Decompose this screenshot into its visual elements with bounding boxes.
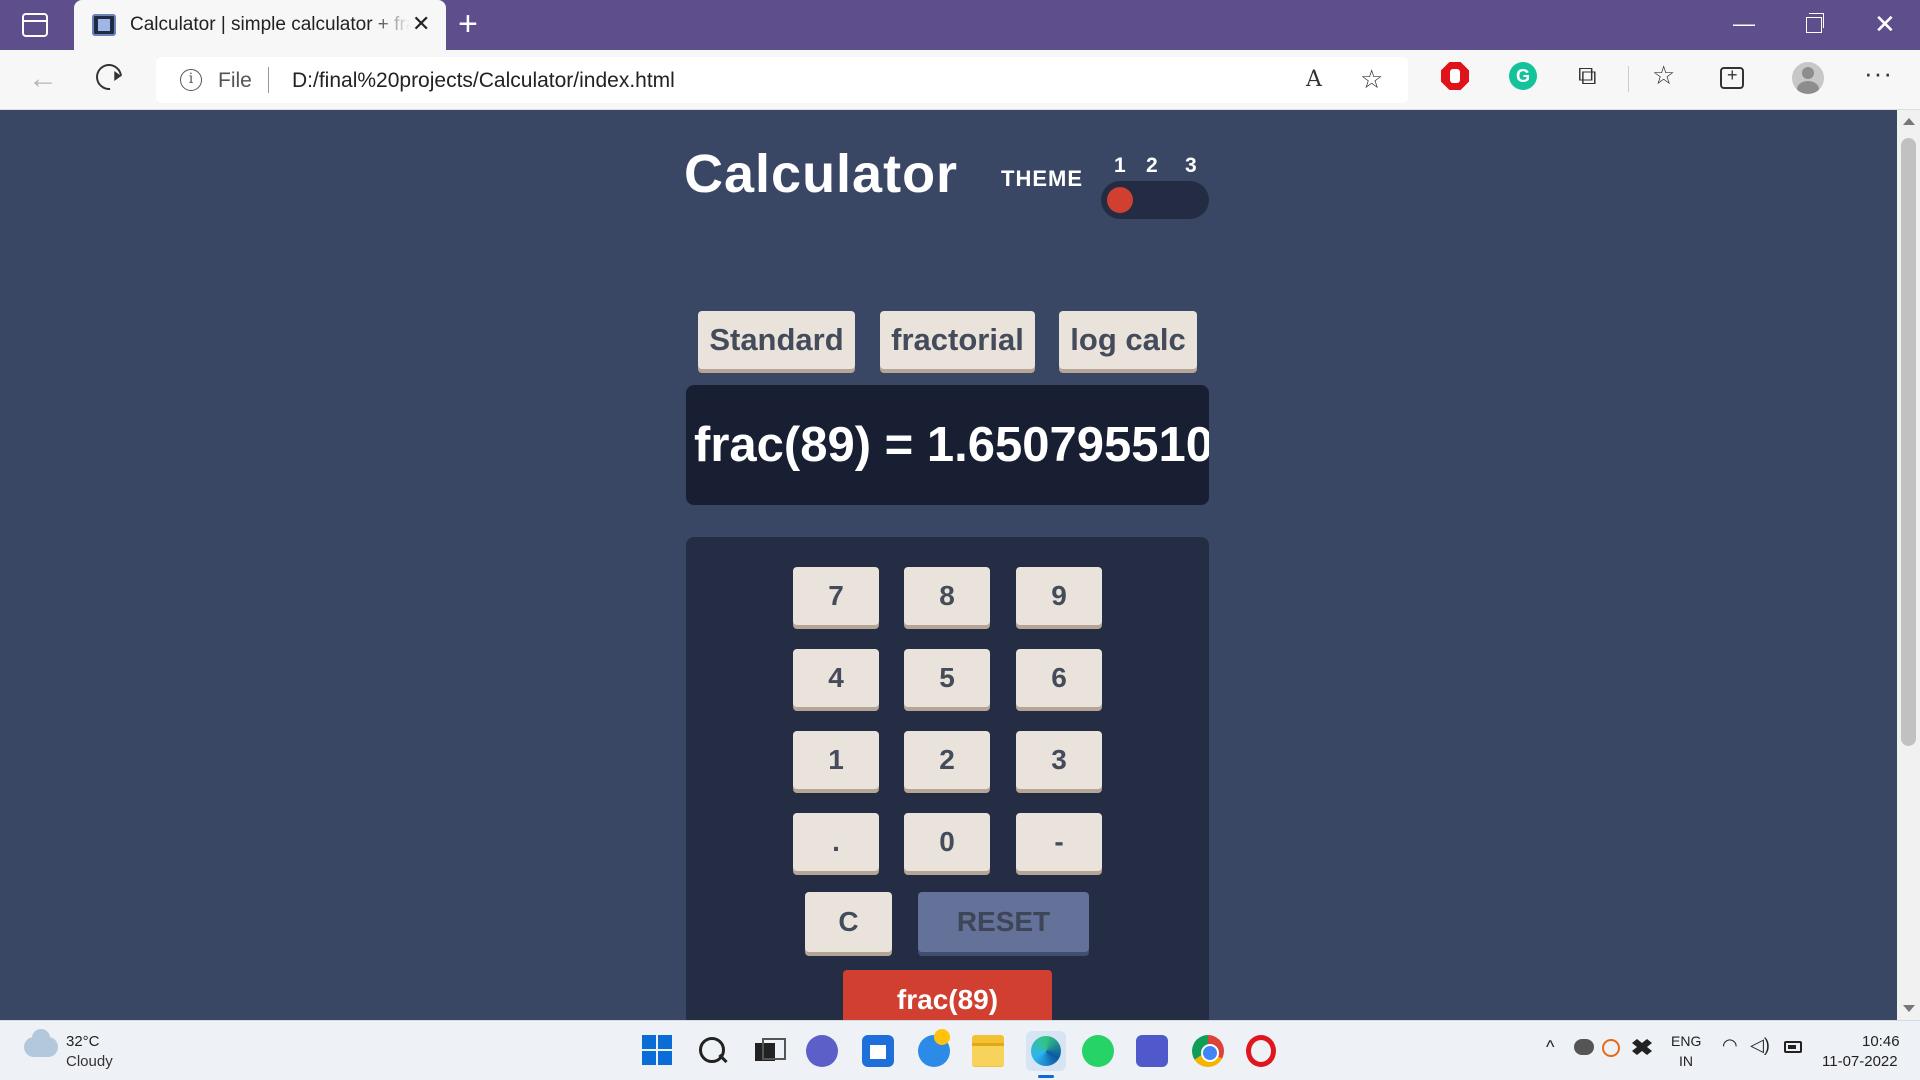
mode-standard-button[interactable]: Standard	[698, 311, 855, 369]
mode-log-calc-button[interactable]: log calc	[1059, 311, 1197, 369]
extensions-icon[interactable]: ⧉	[1578, 60, 1597, 92]
back-arrow-icon[interactable]: ←	[28, 62, 58, 96]
page-title: Calculator	[684, 144, 959, 204]
file-explorer-icon[interactable]	[972, 1035, 1004, 1067]
clock-time[interactable]: 10:46	[1862, 1033, 1900, 1050]
language-indicator[interactable]: ENG	[1671, 1033, 1701, 1049]
task-view-icon[interactable]	[752, 1035, 786, 1067]
cloud-icon[interactable]	[24, 1029, 58, 1057]
tab-close-icon[interactable]: ✕	[412, 12, 430, 36]
store-icon[interactable]	[862, 1035, 894, 1067]
theme-option-2[interactable]: 2	[1146, 154, 1158, 178]
tab-actions-icon[interactable]	[22, 13, 48, 37]
browser-tab-active[interactable]: Calculator | simple calculator + fractor…	[74, 0, 446, 50]
scroll-thumb[interactable]	[1901, 138, 1916, 746]
volume-icon[interactable]: ◁)	[1750, 1035, 1770, 1056]
meet-now-icon[interactable]	[806, 1035, 838, 1067]
show-hidden-icons-chevron-icon[interactable]: ^	[1546, 1037, 1554, 1058]
onedrive-icon[interactable]	[1574, 1039, 1594, 1055]
browser-title-bar: Calculator | simple calculator + fractor…	[0, 0, 1920, 50]
clear-button[interactable]: C	[805, 892, 892, 952]
collections-icon[interactable]	[1720, 65, 1744, 89]
key-6[interactable]: 6	[1016, 649, 1102, 707]
chrome-icon[interactable]	[1192, 1035, 1224, 1067]
opera-icon[interactable]	[1246, 1035, 1276, 1067]
reset-button[interactable]: RESET	[918, 892, 1089, 952]
tab-title: Calculator | simple calculator + fractor…	[130, 14, 410, 35]
theme-label: THEME	[1001, 166, 1083, 191]
weather-app-icon[interactable]	[918, 1029, 950, 1067]
more-menu-icon[interactable]: ···	[1864, 58, 1893, 89]
theme-option-1[interactable]: 1	[1114, 154, 1126, 178]
key-minus[interactable]: -	[1016, 813, 1102, 871]
key-3[interactable]: 3	[1016, 731, 1102, 789]
dropbox-icon[interactable]	[1632, 1039, 1652, 1055]
close-window-button[interactable]: ✕	[1874, 10, 1896, 38]
info-icon[interactable]: i	[180, 69, 202, 91]
display-value: frac(89) = 1.6507955100	[694, 418, 1209, 472]
profile-avatar-icon[interactable]	[1792, 62, 1824, 94]
address-divider	[268, 67, 269, 93]
scroll-down-arrow-icon[interactable]	[1903, 1005, 1915, 1012]
restore-button[interactable]	[1806, 13, 1824, 33]
weather-condition[interactable]: Cloudy	[66, 1053, 113, 1070]
teams-icon[interactable]	[1136, 1035, 1168, 1067]
key-7[interactable]: 7	[793, 567, 879, 625]
adblock-extension-icon[interactable]	[1441, 62, 1469, 90]
reload-icon[interactable]	[90, 58, 128, 96]
keypad: 7 8 9 4 5 6 1 2 3 . 0 - C RESET frac(89)	[686, 537, 1209, 1020]
key-decimal[interactable]: .	[793, 813, 879, 871]
theme-toggle-knob[interactable]	[1107, 187, 1133, 213]
key-8[interactable]: 8	[904, 567, 990, 625]
address-url[interactable]: D:/final%20projects/Calculator/index.htm…	[292, 69, 675, 93]
theme-toggle[interactable]	[1101, 181, 1209, 219]
key-1[interactable]: 1	[793, 731, 879, 789]
key-5[interactable]: 5	[904, 649, 990, 707]
clock-date[interactable]: 11-07-2022	[1822, 1053, 1898, 1070]
key-9[interactable]: 9	[1016, 567, 1102, 625]
edge-browser-icon[interactable]	[1026, 1031, 1066, 1078]
new-tab-button[interactable]: +	[458, 6, 478, 42]
minimize-button[interactable]: —	[1733, 10, 1755, 38]
grammarly-extension-icon[interactable]: G	[1509, 62, 1537, 90]
key-4[interactable]: 4	[793, 649, 879, 707]
toolbar-divider	[1628, 66, 1629, 92]
page-scrollbar[interactable]	[1897, 110, 1920, 1020]
browser-toolbar: ← i File D:/final%20projects/Calculator/…	[0, 50, 1920, 110]
mode-fractorial-button[interactable]: fractorial	[880, 311, 1035, 369]
language-region[interactable]: IN	[1679, 1053, 1693, 1069]
start-icon[interactable]	[642, 1035, 674, 1067]
whatsapp-icon[interactable]	[1082, 1035, 1114, 1067]
read-aloud-icon[interactable]: A	[1306, 67, 1322, 92]
calculator-display: frac(89) = 1.6507955100	[686, 385, 1209, 505]
address-bar[interactable]: i File D:/final%20projects/Calculator/in…	[156, 57, 1408, 103]
wifi-icon[interactable]: ◠	[1722, 1035, 1738, 1056]
weather-temperature[interactable]: 32°C	[66, 1033, 100, 1050]
taskbar: 32°C Cloudy ^ ENG IN ◠ ◁) 10:46 11-07-20…	[0, 1020, 1920, 1080]
theme-option-3[interactable]: 3	[1185, 154, 1197, 178]
battery-icon[interactable]	[1784, 1041, 1802, 1053]
add-favorite-icon[interactable]: ☆	[1360, 64, 1383, 95]
tab-favicon-icon	[92, 14, 116, 36]
address-scheme: File	[218, 69, 252, 92]
key-2[interactable]: 2	[904, 731, 990, 789]
favorites-icon[interactable]: ☆	[1652, 60, 1675, 91]
sync-icon[interactable]	[1602, 1039, 1620, 1057]
equals-button[interactable]: frac(89)	[843, 970, 1052, 1020]
page-viewport: Calculator THEME 1 2 3 Standard fractori…	[0, 110, 1897, 1020]
key-0[interactable]: 0	[904, 813, 990, 871]
search-icon[interactable]	[697, 1035, 729, 1067]
scroll-up-arrow-icon[interactable]	[1903, 118, 1915, 125]
